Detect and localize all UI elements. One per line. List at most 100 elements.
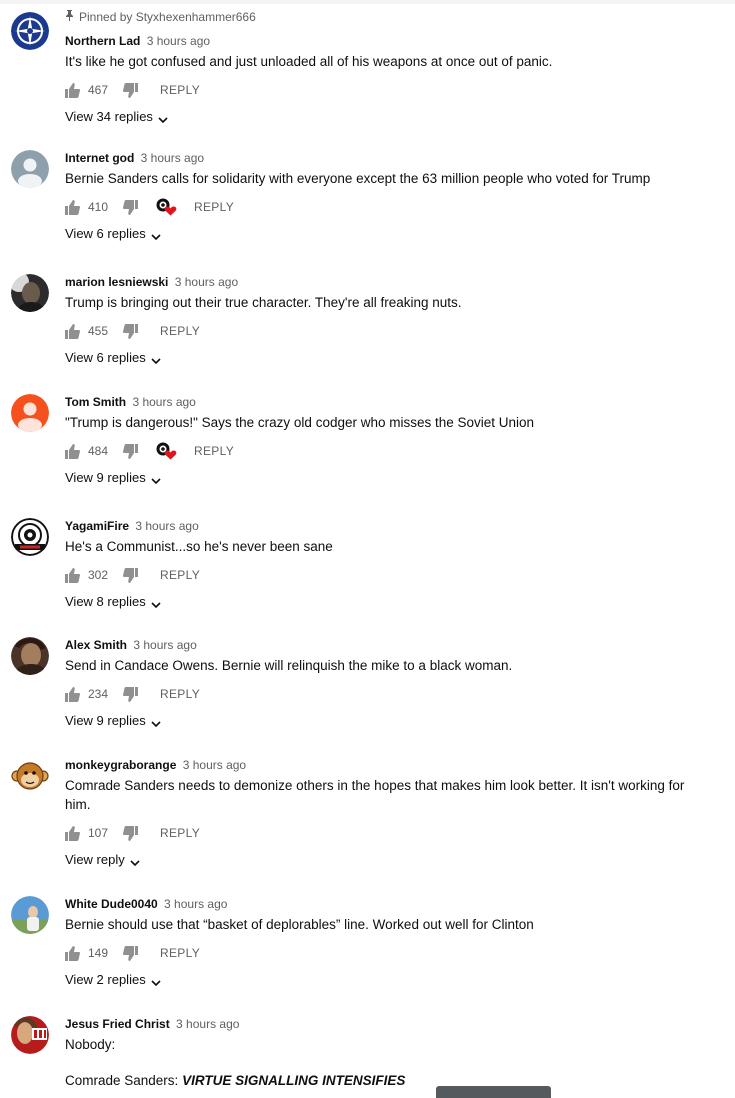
comment-time[interactable]: 3 hours ago bbox=[132, 395, 195, 409]
comment-actions: 467 REPLY bbox=[65, 80, 705, 100]
comment-author[interactable]: Tom Smith bbox=[65, 395, 126, 409]
comment-author[interactable]: monkeygraborange bbox=[65, 758, 176, 772]
avatar[interactable] bbox=[11, 274, 49, 312]
thumb-down-icon[interactable] bbox=[123, 945, 139, 961]
reply-button[interactable]: REPLY bbox=[160, 946, 200, 960]
chevron-down-icon bbox=[151, 229, 161, 241]
comment-text-line-1: Nobody: bbox=[65, 1037, 116, 1052]
thumb-down-icon[interactable] bbox=[123, 199, 139, 215]
comment-body: Tom Smith 3 hours ago "Trump is dangerou… bbox=[65, 394, 705, 487]
comment-body: monkeygraborange 3 hours ago Comrade San… bbox=[65, 757, 705, 869]
thumb-down-icon[interactable] bbox=[123, 567, 139, 583]
like-count: 234 bbox=[88, 687, 109, 701]
avatar[interactable] bbox=[11, 1016, 49, 1054]
comment-time[interactable]: 3 hours ago bbox=[133, 638, 196, 652]
comment-text: "Trump is dangerous!" Says the crazy old… bbox=[65, 415, 535, 430]
chevron-down-icon bbox=[151, 353, 161, 365]
reply-button[interactable]: REPLY bbox=[160, 687, 200, 701]
view-replies-button[interactable]: View 2 replies bbox=[65, 971, 705, 989]
comment-text-emphasis: VIRTUE SIGNALLING INTENSIFIES bbox=[182, 1073, 406, 1088]
creator-heart-icon bbox=[156, 442, 178, 460]
thumb-up-icon[interactable] bbox=[65, 945, 80, 961]
comment-author[interactable]: White Dude0040 bbox=[65, 897, 158, 911]
thumb-up-icon[interactable] bbox=[65, 82, 80, 98]
comment-body: YagamiFire 3 hours ago He's a Communist.… bbox=[65, 518, 705, 611]
avatar[interactable] bbox=[11, 150, 49, 188]
pinned-label: Pinned by Styxhexenhammer666 bbox=[65, 9, 705, 25]
comment-time[interactable]: 3 hours ago bbox=[141, 151, 204, 165]
comment-author[interactable]: Northern Lad bbox=[65, 34, 140, 48]
view-replies-button[interactable]: View 9 replies bbox=[65, 712, 705, 730]
comment-author[interactable]: Jesus Fried Christ bbox=[65, 1017, 170, 1031]
thumb-down-icon[interactable] bbox=[123, 323, 139, 339]
comment-text: Bernie should use that “basket of deplor… bbox=[65, 917, 534, 932]
avatar[interactable] bbox=[11, 12, 49, 50]
comment-actions: 484 REPLY bbox=[65, 441, 705, 461]
avatar[interactable] bbox=[11, 518, 49, 556]
comment-time[interactable]: 3 hours ago bbox=[135, 519, 198, 533]
view-replies-button[interactable]: View 9 replies bbox=[65, 469, 705, 487]
avatar[interactable] bbox=[11, 637, 49, 675]
sky-photo-avatar-icon bbox=[11, 896, 49, 934]
comment-body: Internet god 3 hours ago Bernie Sanders … bbox=[65, 150, 705, 243]
avatar[interactable] bbox=[11, 394, 49, 432]
creator-heart-icon bbox=[156, 198, 178, 216]
like-count: 302 bbox=[88, 568, 109, 582]
reply-button[interactable]: REPLY bbox=[194, 200, 234, 214]
thumb-up-icon[interactable] bbox=[65, 199, 80, 215]
view-replies-button[interactable]: View 6 replies bbox=[65, 349, 705, 367]
view-replies-button[interactable]: View 34 replies bbox=[65, 108, 705, 126]
comment-time[interactable]: 3 hours ago bbox=[164, 897, 227, 911]
thumb-up-icon[interactable] bbox=[65, 567, 80, 583]
thumb-up-icon[interactable] bbox=[65, 323, 80, 339]
view-replies-button[interactable]: View 8 replies bbox=[65, 593, 705, 611]
view-replies-button[interactable]: View 6 replies bbox=[65, 225, 705, 243]
reply-button[interactable]: REPLY bbox=[160, 324, 200, 338]
pin-icon bbox=[65, 9, 75, 25]
reply-button[interactable]: REPLY bbox=[194, 444, 234, 458]
comment-body: Pinned by Styxhexenhammer666 Northern La… bbox=[65, 9, 705, 126]
comment-actions: 410 REPLY bbox=[65, 197, 705, 217]
chevron-down-icon bbox=[130, 855, 140, 867]
chevron-down-icon bbox=[158, 112, 168, 124]
tooltip-popup bbox=[436, 1086, 551, 1098]
avatar[interactable] bbox=[11, 757, 49, 795]
orange-default-avatar-icon bbox=[11, 394, 49, 432]
pinned-text: Pinned by Styxhexenhammer666 bbox=[79, 10, 256, 24]
comment-time[interactable]: 3 hours ago bbox=[176, 1017, 239, 1031]
comment-author[interactable]: Internet god bbox=[65, 151, 134, 165]
like-count: 467 bbox=[88, 83, 109, 97]
view-replies-label: View 34 replies bbox=[65, 109, 153, 124]
reply-button[interactable]: REPLY bbox=[160, 568, 200, 582]
view-replies-label: View 2 replies bbox=[65, 972, 146, 987]
thumb-down-icon[interactable] bbox=[123, 686, 139, 702]
thumb-up-icon[interactable] bbox=[65, 825, 80, 841]
thumb-up-icon[interactable] bbox=[65, 443, 80, 459]
comment-actions: 234 REPLY bbox=[65, 684, 705, 704]
comment-body: Alex Smith 3 hours ago Send in Candace O… bbox=[65, 637, 705, 730]
comment-text-prefix: Comrade Sanders: bbox=[65, 1073, 183, 1088]
comment-author[interactable]: marion lesniewski bbox=[65, 275, 168, 289]
comment-text: It's like he got confused and just unloa… bbox=[65, 54, 553, 69]
comment-author[interactable]: YagamiFire bbox=[65, 519, 129, 533]
comment-text-line-2: Comrade Sanders: VIRTUE SIGNALLING INTEN… bbox=[65, 1071, 705, 1090]
sin-logo-avatar-icon bbox=[11, 518, 49, 556]
comment-author[interactable]: Alex Smith bbox=[65, 638, 127, 652]
comment-time[interactable]: 3 hours ago bbox=[183, 758, 246, 772]
like-count: 410 bbox=[88, 200, 109, 214]
like-count: 149 bbox=[88, 946, 109, 960]
like-count: 107 bbox=[88, 826, 109, 840]
reply-button[interactable]: REPLY bbox=[160, 826, 200, 840]
comment-time[interactable]: 3 hours ago bbox=[175, 275, 238, 289]
monkey-avatar-icon bbox=[11, 757, 49, 795]
avatar[interactable] bbox=[11, 896, 49, 934]
reply-button[interactable]: REPLY bbox=[160, 83, 200, 97]
chevron-down-icon bbox=[151, 473, 161, 485]
view-replies-button[interactable]: View reply bbox=[65, 851, 705, 869]
thumb-down-icon[interactable] bbox=[123, 443, 139, 459]
comment-time[interactable]: 3 hours ago bbox=[147, 34, 210, 48]
thumb-down-icon[interactable] bbox=[123, 82, 139, 98]
portrait-avatar-icon bbox=[11, 637, 49, 675]
thumb-down-icon[interactable] bbox=[123, 825, 139, 841]
thumb-up-icon[interactable] bbox=[65, 686, 80, 702]
